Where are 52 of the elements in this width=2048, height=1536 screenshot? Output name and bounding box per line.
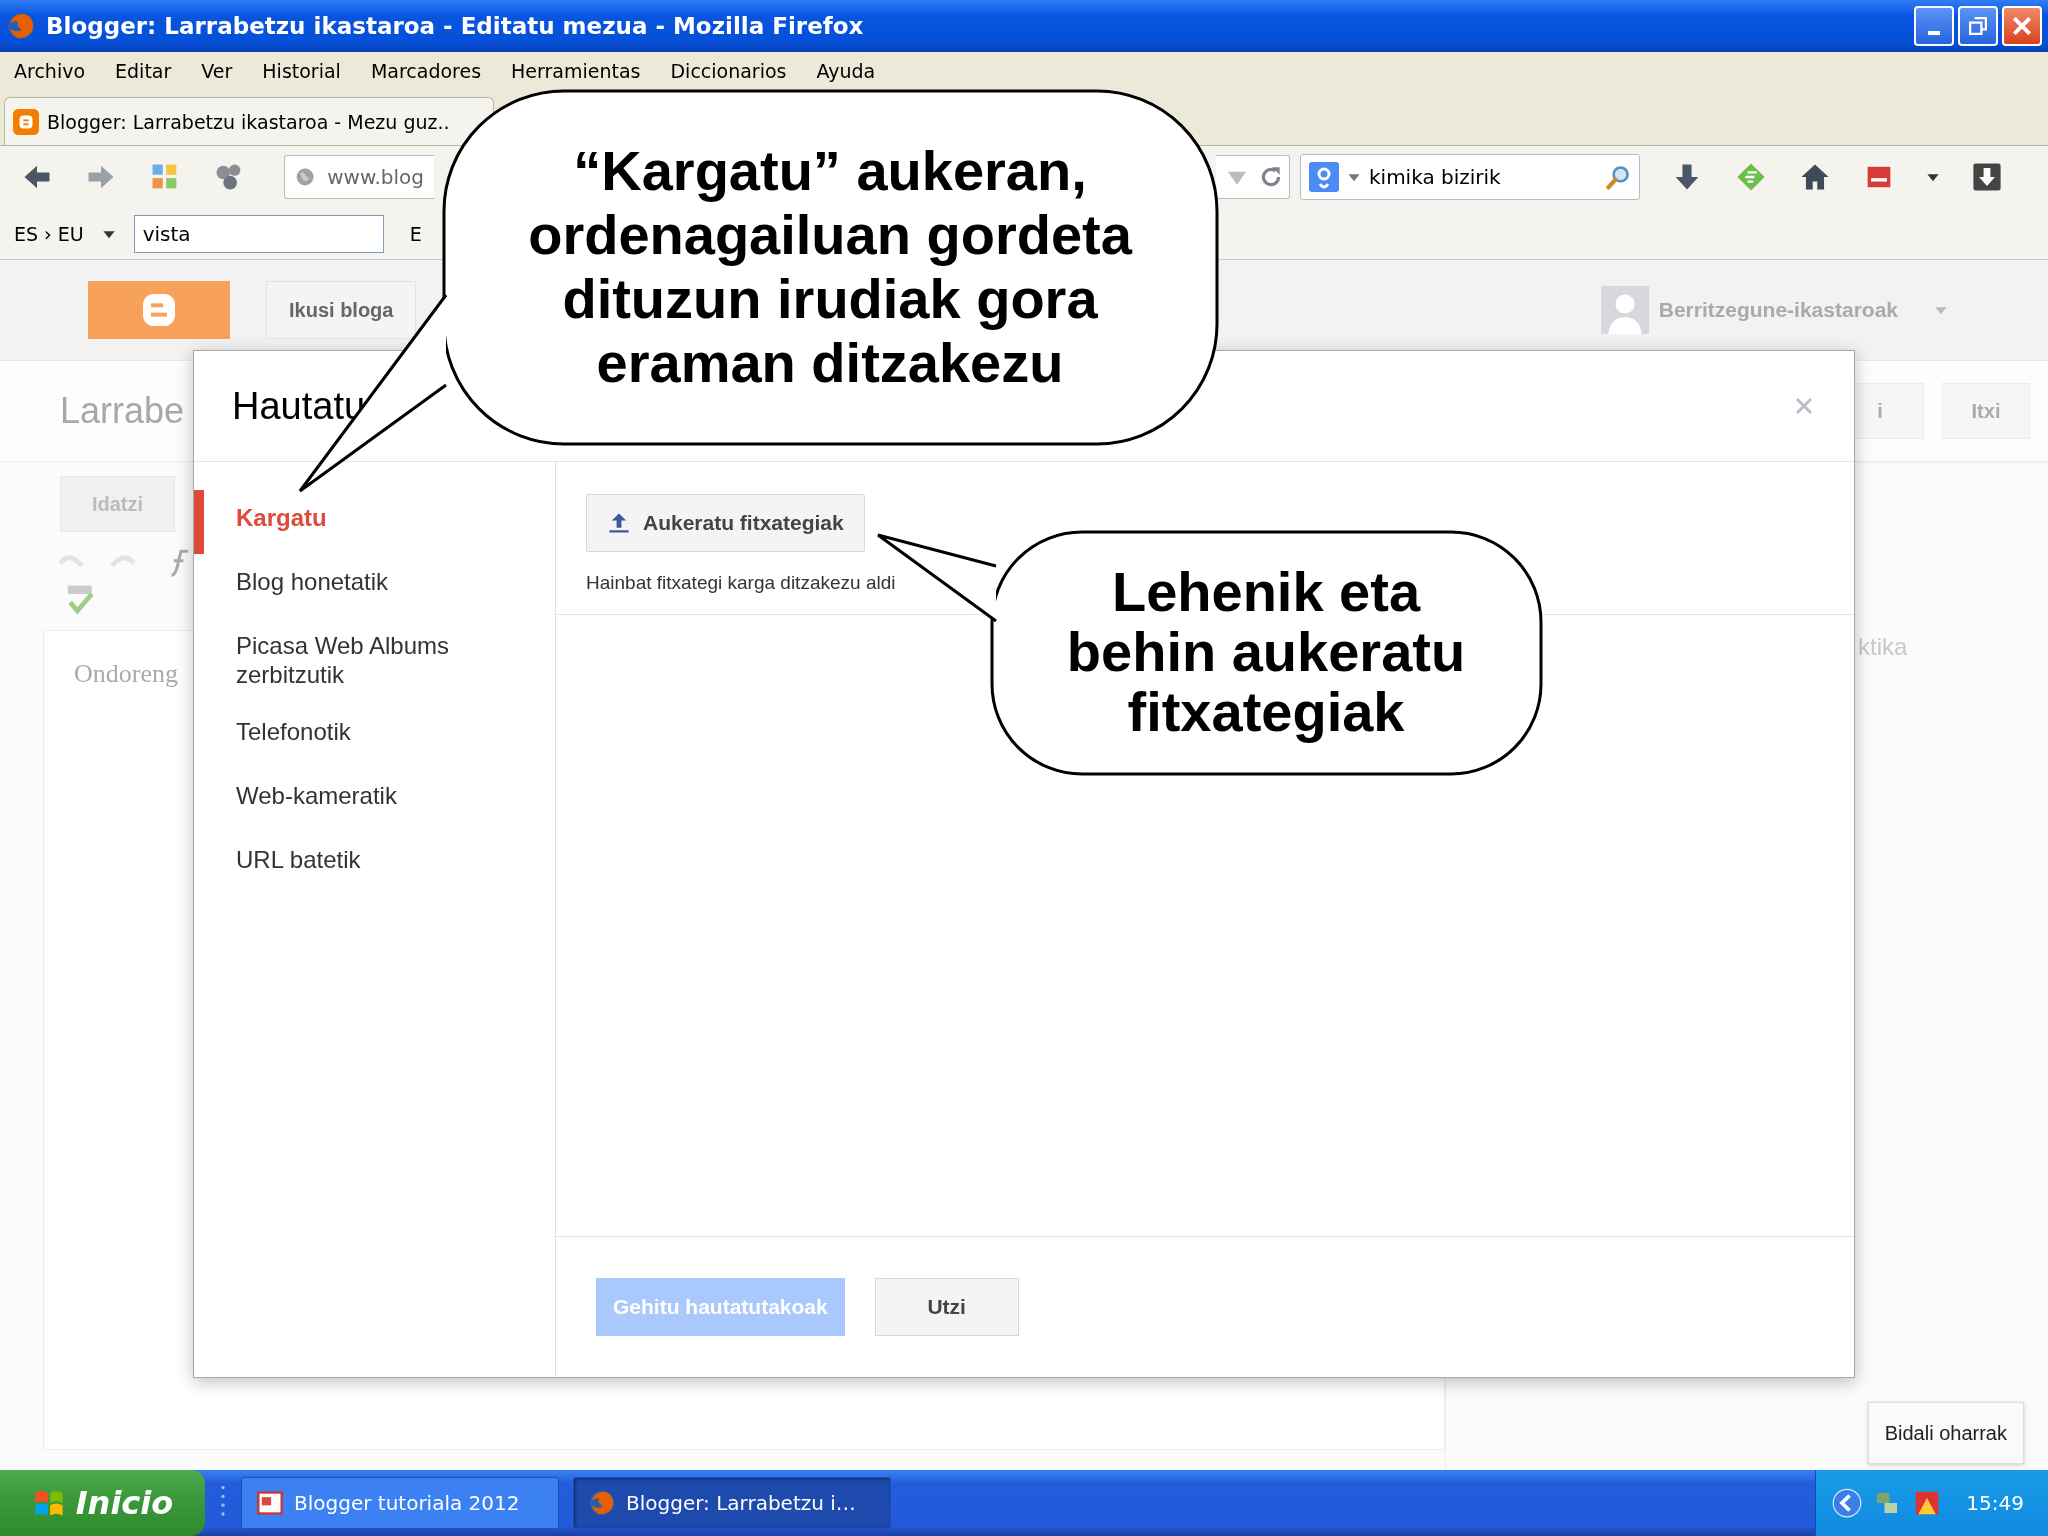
hint-text: Hainbat fitxategi karga ditzakezu aldi xyxy=(586,572,896,594)
close-icon[interactable] xyxy=(1794,396,1814,416)
upload-icon xyxy=(607,511,631,535)
restore-icon xyxy=(1969,17,1987,35)
browser-tab[interactable]: Blogger: Larrabetzu ikastaroa - Mezu guz.. xyxy=(4,97,494,145)
search-field[interactable]: kimika bizirik xyxy=(1300,154,1640,200)
address-field[interactable]: www.blog xyxy=(284,155,434,199)
menu-item[interactable]: Herramientas xyxy=(511,60,641,82)
cancel-button[interactable]: Utzi xyxy=(874,1278,1019,1336)
browser-logo-icon xyxy=(6,11,36,41)
search-engine-icon[interactable] xyxy=(1309,162,1339,192)
blogger-logo-button[interactable] xyxy=(88,281,230,339)
source-item[interactable]: Picasa Web Albums zerbitzutik xyxy=(194,618,555,704)
menu-item[interactable]: Ver xyxy=(201,60,233,82)
chevron-icon[interactable] xyxy=(1832,1488,1863,1518)
download-box-icon[interactable] xyxy=(1970,160,2004,194)
menu-item[interactable]: Historial xyxy=(262,60,341,82)
source-item[interactable]: Kargatu xyxy=(194,490,555,554)
minimize-icon xyxy=(1928,31,1940,35)
browser-logo-icon xyxy=(588,1489,616,1517)
callout-text: Lehenik eta behin aukeratu fitxategiak xyxy=(1065,562,1467,742)
source-item[interactable]: Blog honetatik xyxy=(194,554,555,618)
feedback-button[interactable]: Bidali oharrak xyxy=(1867,1402,2024,1464)
clock: 15:49 xyxy=(1966,1491,2024,1515)
source-item[interactable]: Telefonotik xyxy=(194,703,555,768)
presentation-icon xyxy=(256,1489,284,1517)
dialog-title: Hautatu xyxy=(232,384,367,428)
menu-item[interactable]: Ayuda xyxy=(816,60,876,82)
blogger-icon xyxy=(13,108,39,135)
taskbar-item[interactable]: Blogger tutoriala 2012 xyxy=(241,1477,559,1529)
source-item[interactable]: Web-kameratik xyxy=(194,767,555,832)
source-item[interactable]: URL batetik xyxy=(194,831,555,896)
dictionary-button[interactable]: E xyxy=(409,222,422,245)
choose-files-button[interactable]: Aukeratu fitxategiak xyxy=(586,494,865,552)
close-button[interactable] xyxy=(2002,6,2042,46)
restore-button[interactable] xyxy=(1958,6,1998,46)
menu-item[interactable]: Editar xyxy=(115,60,172,82)
menu-item[interactable]: Marcadores xyxy=(370,60,482,82)
close-icon xyxy=(2013,17,2031,35)
menu-item[interactable]: Archivo xyxy=(14,60,86,82)
minimize-button[interactable] xyxy=(1914,6,1954,46)
search-icon[interactable] xyxy=(1605,164,1631,190)
dictionary-field[interactable]: vista xyxy=(133,214,384,253)
window-title: Blogger: Larrabetzu ikastaroa - Editatu mezua - Mozilla Firefox xyxy=(46,13,865,39)
language-pair[interactable]: ES › EU xyxy=(14,222,84,245)
start-button[interactable]: Inicio xyxy=(0,1470,205,1536)
callout-text: “Kargatu” aukeran, ordenagailuan gordeta dituzun irudiak gora eraman ditzakezu xyxy=(527,139,1134,395)
menu-item[interactable]: Diccionarios xyxy=(670,60,787,82)
taskbar-item[interactable]: Blogger: Larrabetzu i… xyxy=(573,1477,891,1529)
view-blog-button[interactable]: Ikusi bloga xyxy=(266,281,417,339)
post-title: Larrabe xyxy=(60,390,185,432)
editor-text: Ondoreng xyxy=(74,659,178,688)
